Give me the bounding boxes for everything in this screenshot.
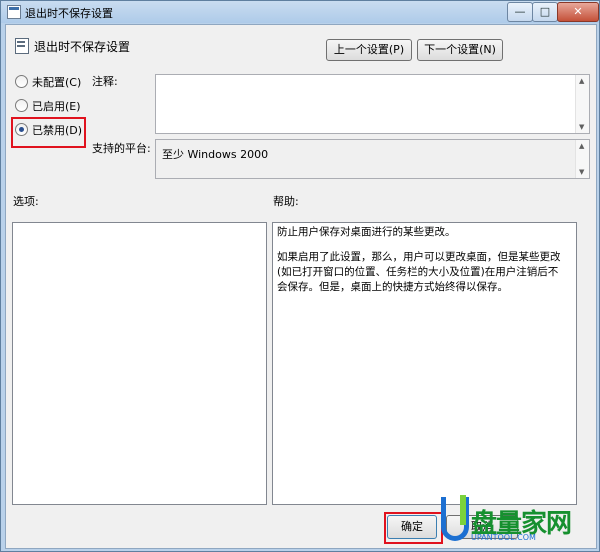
close-button[interactable]: ✕ xyxy=(557,2,599,22)
scroll-up-icon[interactable]: ▲ xyxy=(579,77,584,85)
comment-label: 注释: xyxy=(92,75,118,88)
scroll-up-icon[interactable]: ▲ xyxy=(579,142,584,150)
radio-not-configured[interactable]: 未配置(C) xyxy=(15,75,81,91)
platform-value: 至少 Windows 2000 xyxy=(162,148,269,161)
comment-textarea[interactable]: ▲ ▼ xyxy=(155,74,590,134)
platform-scrollbar[interactable]: ▲ ▼ xyxy=(575,140,589,178)
help-panel: 防止用户保存对桌面进行的某些更改。 如果启用了此设置，那么，用户可以更改桌面，但… xyxy=(272,222,577,505)
disabled-highlight-box xyxy=(11,117,86,148)
window-title: 退出时不保存设置 xyxy=(25,7,113,20)
maximize-button[interactable]: □ xyxy=(532,2,558,22)
logo-site-text: UPANTOOL.COM xyxy=(471,533,536,542)
ok-button[interactable]: 确定 xyxy=(387,515,437,539)
setting-icon xyxy=(15,38,29,54)
radio-circle[interactable] xyxy=(15,75,28,88)
logo-u-icon xyxy=(441,495,469,541)
scroll-down-icon[interactable]: ▼ xyxy=(579,123,584,131)
platform-label: 支持的平台: xyxy=(92,142,151,155)
help-paragraph: 防止用户保存对桌面进行的某些更改。 xyxy=(277,226,456,238)
dialog-body: 退出时不保存设置 上一个设置(P) 下一个设置(N) 未配置(C) 已启用(E)… xyxy=(5,24,597,549)
scroll-down-icon[interactable]: ▼ xyxy=(579,168,584,176)
next-setting-button[interactable]: 下一个设置(N) xyxy=(417,39,503,61)
radio-label: 已启用(E) xyxy=(32,100,81,113)
help-paragraph: 如果启用了此设置，那么，用户可以更改桌面，但是某些更改(如已打开窗口的位置、任务… xyxy=(277,251,561,293)
previous-setting-button[interactable]: 上一个设置(P) xyxy=(326,39,412,61)
radio-circle[interactable] xyxy=(15,99,28,112)
dialog-window: 退出时不保存设置 — □ ✕ 退出时不保存设置 上一个设置(P) 下一个设置(N… xyxy=(0,0,600,552)
policy-icon xyxy=(7,5,21,19)
help-label: 帮助: xyxy=(273,195,299,208)
title-bar[interactable]: 退出时不保存设置 — □ ✕ xyxy=(1,1,599,23)
setting-name: 退出时不保存设置 xyxy=(34,40,131,54)
comment-scrollbar[interactable]: ▲ ▼ xyxy=(575,75,589,133)
minimize-button[interactable]: — xyxy=(507,2,533,22)
radio-label: 未配置(C) xyxy=(32,76,82,89)
watermark-logo: 盘量家网 UPANTOOL.COM xyxy=(441,495,591,545)
help-text: 防止用户保存对桌面进行的某些更改。 如果启用了此设置，那么，用户可以更改桌面，但… xyxy=(277,225,567,305)
platform-field: 至少 Windows 2000 ▲ ▼ xyxy=(155,139,590,179)
radio-enabled[interactable]: 已启用(E) xyxy=(15,99,81,115)
options-panel xyxy=(12,222,267,505)
options-label: 选项: xyxy=(13,195,39,208)
